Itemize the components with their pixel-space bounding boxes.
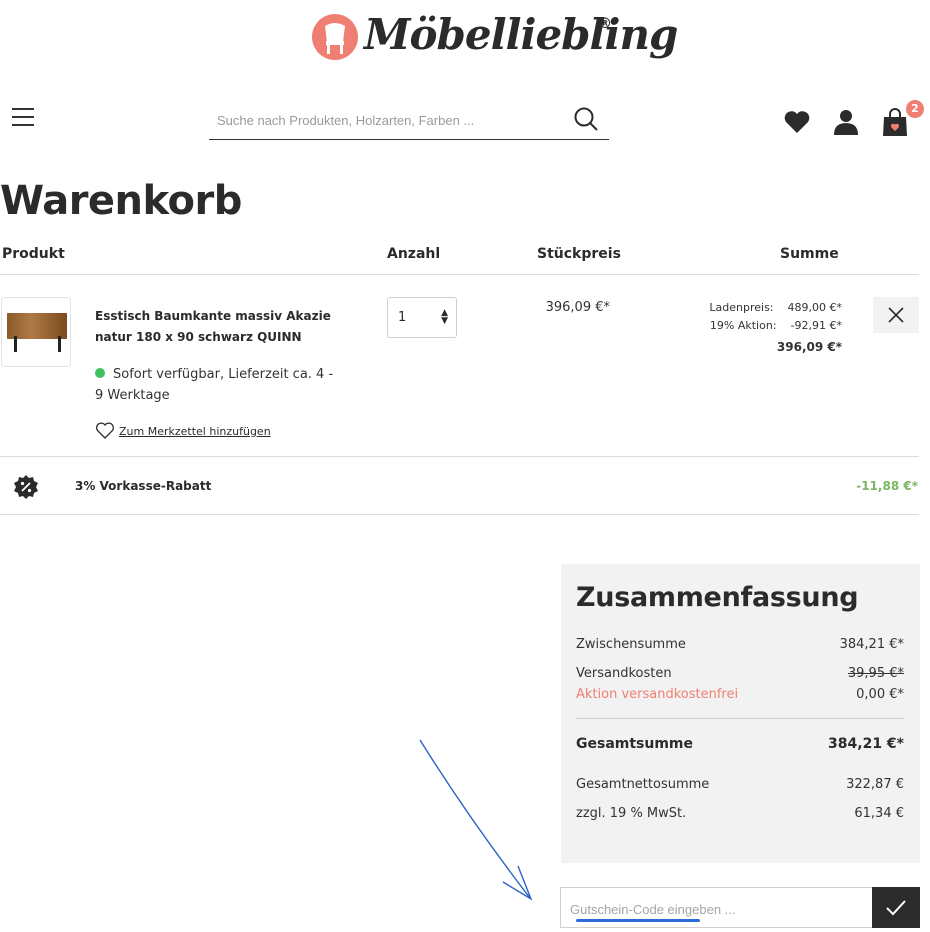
grand-total-row: Gesamtsumme 384,21 €* [576,736,904,752]
user-icon[interactable] [832,108,860,136]
heart-outline-icon [95,422,115,439]
shipping-promo-row: Aktion versandkostenfrei 0,00 €* [576,687,904,702]
availability-status: Sofort verfügbar, Lieferzeit ca. 4 - 9 W… [95,367,334,403]
apply-voucher-button[interactable] [872,887,920,928]
order-summary: Zusammenfassung Zwischensumme 384,21 €* V… [561,564,920,863]
vat-row: zzgl. 19 % MwSt. 61,34 € [576,806,904,821]
divider [576,718,904,719]
unit-price: 396,09 €* [545,300,610,315]
voucher-input[interactable] [570,898,860,920]
percent-badge-icon [14,475,38,499]
search-input[interactable] [217,108,557,132]
heart-icon[interactable] [783,110,811,134]
search-bar [209,100,609,140]
availability-dot-icon [95,368,105,378]
divider [0,514,919,515]
net-total-row: Gesamtnettosumme 322,87 € [576,777,904,792]
line-total: 396,09 €* [776,340,842,354]
voucher-highlight [576,919,700,922]
line-price-breakdown: Ladenpreis: 489,00 €* 19% Aktion: -92,91 €… [700,299,842,359]
brand-logo[interactable]: Möbelliebling ® [312,10,678,85]
chair-logo-icon [312,14,358,60]
discount-value: -11,88 €* [856,479,918,493]
close-icon [888,307,904,323]
sort-arrows-icon: ▲ ▼ [441,308,448,326]
check-icon [886,900,906,916]
discount-label: 3% Vorkasse-Rabatt [75,479,212,493]
search-icon[interactable] [573,106,599,132]
divider [0,456,919,457]
subtotal-row: Zwischensumme 384,21 €* [576,637,904,652]
quantity-select[interactable]: 1 ▲ ▼ [387,297,457,338]
product-image[interactable] [1,297,71,367]
col-header-product: Produkt [2,246,65,262]
remove-item-button[interactable] [873,297,919,333]
col-header-unit-price: Stückpreis [537,246,621,262]
page-title: Warenkorb [0,178,242,224]
col-header-sum: Summe [780,246,839,262]
menu-icon[interactable] [12,108,34,126]
col-header-qty: Anzahl [387,246,441,262]
cart-icon[interactable] [881,108,909,138]
cart-count-badge: 2 [906,100,924,118]
divider [0,274,919,275]
add-to-wishlist-link[interactable]: Zum Merkzettel hinzufügen [95,422,271,439]
summary-title: Zusammenfassung [576,582,859,613]
registered-mark: ® [598,16,612,32]
brand-name: Möbelliebling [364,10,678,59]
shipping-row: Versandkosten 39,95 €* [576,666,904,681]
product-name[interactable]: Esstisch Baumkante massiv Akazie natur 1… [95,306,335,348]
